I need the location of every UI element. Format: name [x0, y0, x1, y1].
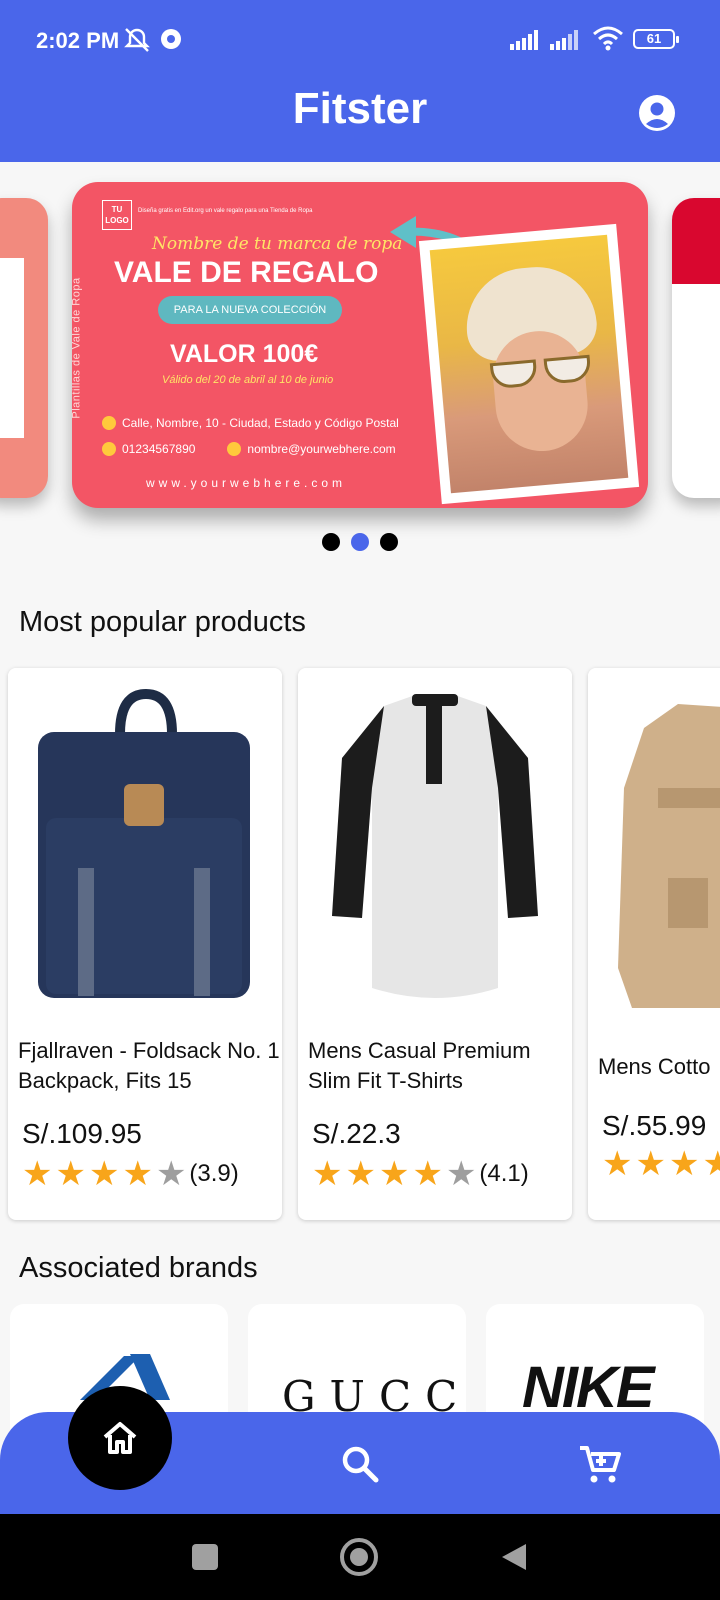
- banner-model-photo: [418, 223, 640, 505]
- banner-value: VALOR 100€: [170, 340, 319, 368]
- product-card[interactable]: Fjallraven - Foldsack No. 1 Backpack, Fi…: [8, 668, 282, 1220]
- banner-collection-pill: PARA LA NUEVA COLECCIÓN: [158, 296, 342, 324]
- banner-headline: VALE DE REGALO: [114, 256, 379, 289]
- system-home-button[interactable]: [340, 1538, 378, 1576]
- search-icon[interactable]: [340, 1444, 380, 1484]
- cart-icon[interactable]: [578, 1442, 622, 1486]
- brand-logo-nike: NIKE: [522, 1355, 655, 1420]
- star-empty-icon: ★: [445, 1155, 477, 1193]
- product-image-tshirt: [298, 668, 572, 1028]
- carousel-dot-active[interactable]: [351, 533, 369, 551]
- star-icon: ★: [55, 1155, 86, 1193]
- carousel-dot[interactable]: [380, 533, 398, 551]
- product-card[interactable]: Mens Casual Premium Slim Fit T-Shirts S/…: [298, 668, 572, 1220]
- banner-contact: 01234567890 nombre@yourwebhere.com: [102, 442, 396, 456]
- banner-brand-line: Nombre de tu marca de ropa: [152, 234, 403, 254]
- product-image-backpack: [8, 668, 282, 1028]
- star-icon: ★: [22, 1155, 53, 1193]
- back-icon[interactable]: [500, 1542, 528, 1572]
- wifi-icon: [593, 26, 623, 51]
- home-icon: [103, 1422, 137, 1454]
- rating-value: (3.9): [189, 1160, 239, 1187]
- nav-home-button[interactable]: [68, 1386, 172, 1490]
- carousel-dot[interactable]: [322, 533, 340, 551]
- app-bar: 2:02 PM 61 Fitster: [0, 0, 720, 162]
- star-icon: ★: [88, 1155, 120, 1193]
- location-icon: [102, 416, 116, 430]
- product-card[interactable]: Mens Cotto S/.55.99 ★ ★ ★ ★: [588, 668, 720, 1220]
- phone-icon: [102, 442, 116, 456]
- email-icon: [227, 442, 242, 456]
- banner-website: www.yourwebhere.com: [146, 476, 347, 490]
- banner-side-text: Plantillas de Vale de Ropa: [72, 277, 83, 419]
- star-empty-icon: ★: [155, 1155, 187, 1193]
- banner-email: nombre@yourwebhere.com: [247, 442, 396, 456]
- product-name: Fjallraven - Foldsack No. 1 Backpack, Fi…: [18, 1038, 280, 1093]
- product-image-jacket: [588, 668, 720, 1028]
- popular-products-list[interactable]: Fjallraven - Foldsack No. 1 Backpack, Fi…: [0, 668, 720, 1222]
- star-icon: ★: [122, 1155, 153, 1193]
- banner-validity: Válido del 20 de abril al 10 de junio: [162, 374, 334, 386]
- signal-2-icon: [550, 30, 578, 50]
- status-time: 2:02 PM: [36, 28, 120, 53]
- banner-logo: TU LOGO: [102, 200, 132, 230]
- star-icon: ★: [602, 1145, 633, 1183]
- product-rating: ★ ★ ★ ★ ★ (4.1): [312, 1156, 529, 1192]
- notifications-muted-icon: [124, 28, 150, 52]
- app-notification-icon: [161, 29, 181, 49]
- carousel-slide-next[interactable]: [672, 198, 720, 498]
- recent-apps-button[interactable]: [192, 1544, 218, 1570]
- product-price: S/.22.3: [312, 1118, 401, 1149]
- carousel-slide-gift-voucher[interactable]: TU LOGO Diseña gratis en Edit.org un val…: [72, 182, 648, 508]
- banner-phone: 01234567890: [122, 442, 196, 456]
- carousel-slide-previous[interactable]: [0, 198, 48, 498]
- battery-icon: 61: [633, 29, 679, 49]
- product-rating: ★ ★ ★ ★ ★ (3.9): [22, 1156, 239, 1192]
- section-title-popular: Most popular products: [19, 606, 306, 638]
- app-title: Fitster: [292, 84, 428, 133]
- star-icon: ★: [635, 1145, 666, 1183]
- star-icon: ★: [378, 1155, 410, 1193]
- product-rating: ★ ★ ★ ★: [602, 1146, 720, 1182]
- rating-value: (4.1): [479, 1160, 529, 1187]
- star-icon: ★: [668, 1145, 700, 1183]
- signal-icon: [510, 30, 538, 50]
- banner-address-text: Calle, Nombre, 10 - Ciudad, Estado y Cód…: [122, 416, 399, 430]
- banner-address: Calle, Nombre, 10 - Ciudad, Estado y Cód…: [102, 416, 399, 430]
- star-icon: ★: [412, 1155, 443, 1193]
- product-name: Mens Casual Premium Slim Fit T-Shirts: [308, 1038, 531, 1093]
- banner-fine-print: Diseña gratis en Edit.org un vale regalo…: [138, 208, 313, 214]
- product-name: Mens Cotto: [598, 1054, 711, 1079]
- product-price: S/.55.99: [602, 1110, 707, 1141]
- section-title-brands: Associated brands: [19, 1252, 258, 1284]
- star-icon: ★: [702, 1145, 720, 1183]
- star-icon: ★: [345, 1155, 376, 1193]
- star-icon: ★: [312, 1155, 343, 1193]
- carousel-indicator: [0, 533, 720, 551]
- account-circle-icon[interactable]: [638, 94, 676, 132]
- product-price: S/.109.95: [22, 1118, 142, 1149]
- promo-carousel[interactable]: TU LOGO Diseña gratis en Edit.org un val…: [0, 180, 720, 520]
- status-bar: 2:02 PM 61: [36, 24, 686, 56]
